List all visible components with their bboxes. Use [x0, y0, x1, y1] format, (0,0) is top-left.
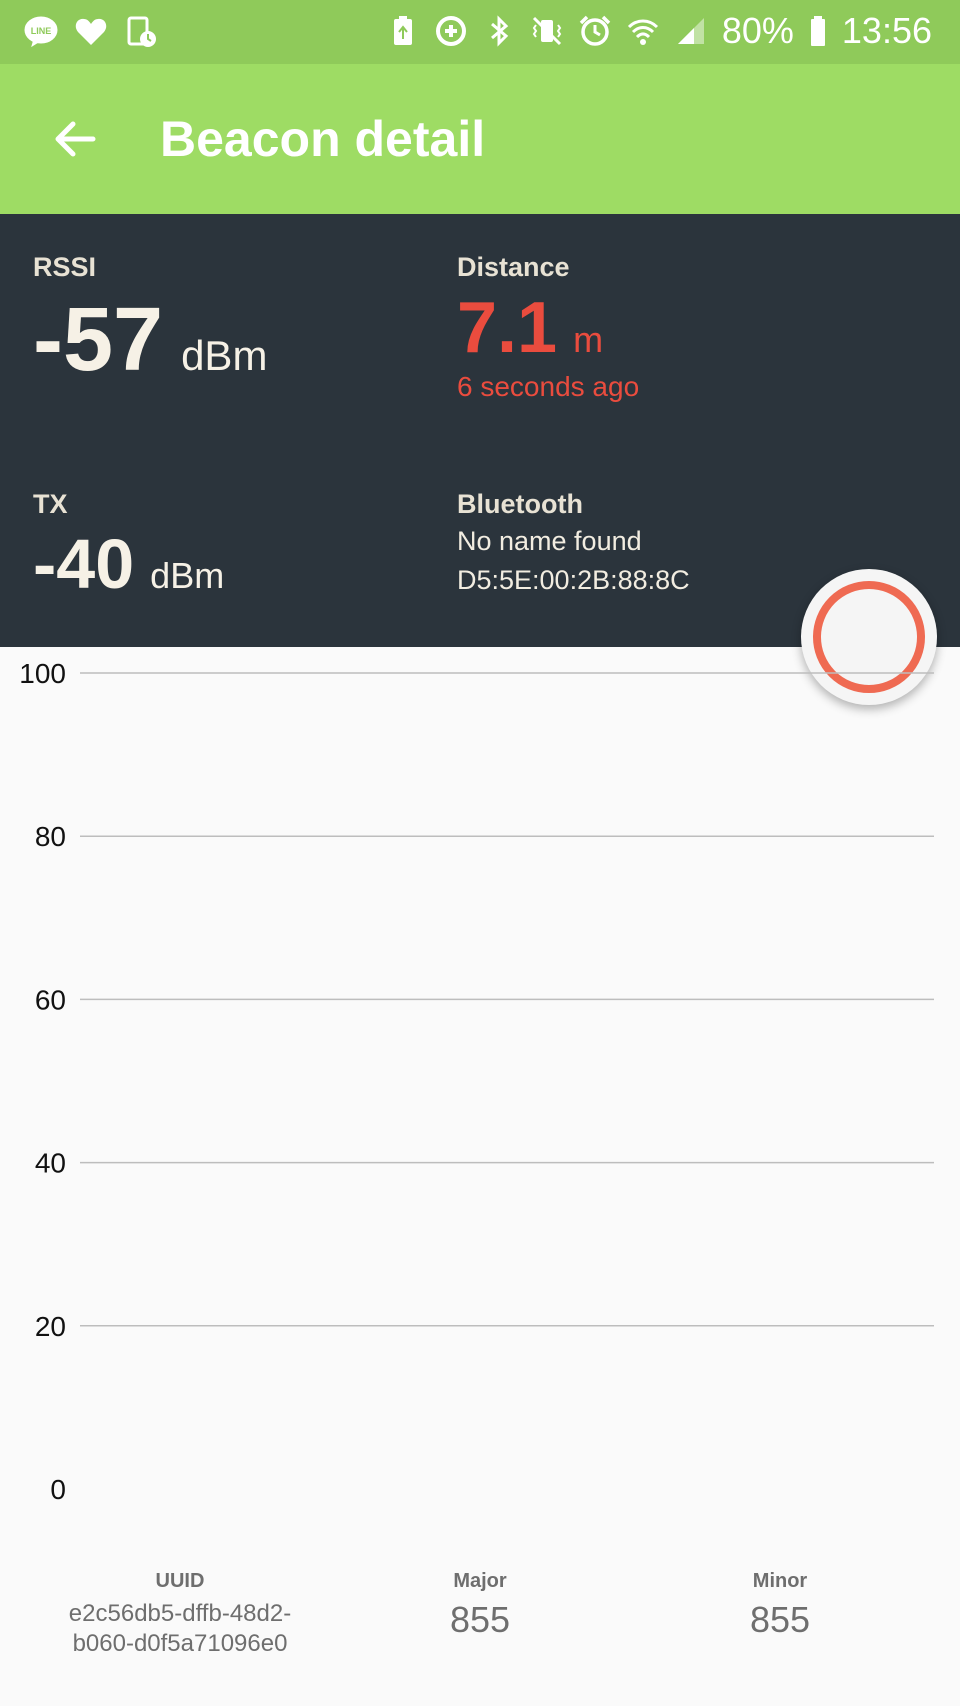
status-right-icons: 80% 13:56	[386, 10, 932, 52]
status-bar: LINE 80% 13:56	[0, 0, 960, 64]
minor-column: Minor 855	[680, 1570, 880, 1641]
tx-label: TX	[33, 489, 68, 519]
status-left-icons: LINE	[24, 12, 158, 52]
uuid-column: UUID e2c56db5-dffb-48d2- b060-d0f5a71096…	[40, 1570, 320, 1659]
svg-text:LINE: LINE	[31, 26, 52, 36]
distance-cell: Distance 7.1 m 6 seconds ago	[457, 252, 639, 403]
distance-updated: 6 seconds ago	[457, 371, 640, 402]
beacon-identifiers: UUID e2c56db5-dffb-48d2- b060-d0f5a71096…	[0, 1570, 960, 1706]
uuid-line-2: b060-d0f5a71096e0	[72, 1630, 288, 1657]
alarm-icon	[578, 11, 612, 51]
rssi-label: RSSI	[33, 252, 97, 282]
distance-label: Distance	[457, 252, 570, 282]
rssi-chart: 100 80 60 40 20 0	[0, 647, 960, 1547]
battery-icon	[808, 11, 828, 51]
app-bar: Beacon detail	[0, 64, 960, 214]
chart-svg: 100 80 60 40 20 0	[19, 658, 934, 1505]
minor-label: Minor	[752, 1570, 808, 1592]
major-label: Major	[453, 1570, 507, 1592]
y-tick-label: 80	[35, 821, 66, 852]
tx-value: -40	[33, 525, 135, 603]
bluetooth-cell: Bluetooth No name found D5:5E:00:2B:88:8…	[457, 489, 690, 596]
line-app-icon: LINE	[24, 12, 58, 52]
rssi-cell: RSSI -57 dBm	[33, 252, 267, 392]
screen-timer-icon	[124, 12, 158, 52]
battery-saver-icon	[386, 11, 420, 51]
tx-cell: TX -40 dBm	[33, 489, 224, 604]
y-tick-label: 0	[50, 1474, 66, 1505]
distance-unit: m	[573, 319, 604, 360]
vibrate-icon	[530, 11, 564, 51]
bluetooth-name: No name found	[457, 526, 642, 556]
rssi-unit: dBm	[181, 332, 268, 379]
signal-icon	[674, 11, 708, 51]
uuid-label: UUID	[155, 1570, 205, 1592]
back-button[interactable]	[40, 104, 110, 174]
arrow-back-icon	[55, 121, 96, 157]
rssi-value: -57	[33, 290, 164, 390]
y-tick-label: 40	[35, 1148, 66, 1179]
wifi-icon	[626, 11, 660, 51]
major-value: 855	[449, 1599, 511, 1640]
y-tick-label: 100	[19, 658, 66, 689]
clock: 13:56	[841, 10, 932, 51]
bluetooth-icon	[482, 11, 516, 51]
major-column: Major 855	[380, 1570, 580, 1641]
page-title: Beacon detail	[160, 111, 486, 167]
tx-unit: dBm	[150, 555, 225, 596]
beacon-stats-panel: RSSI -57 dBm Distance 7.1 m 6 seconds ag…	[0, 214, 960, 647]
battery-percent: 80%	[721, 10, 794, 51]
y-tick-label: 20	[35, 1311, 66, 1342]
bluetooth-label: Bluetooth	[457, 489, 583, 519]
uuid-line-1: e2c56db5-dffb-48d2-	[68, 1600, 292, 1627]
minor-value: 855	[749, 1599, 811, 1640]
bluetooth-address: D5:5E:00:2B:88:8C	[457, 565, 690, 595]
data-saver-icon	[434, 11, 468, 51]
heart-icon	[74, 12, 108, 52]
distance-value: 7.1	[457, 288, 558, 368]
y-tick-label: 60	[35, 984, 66, 1015]
